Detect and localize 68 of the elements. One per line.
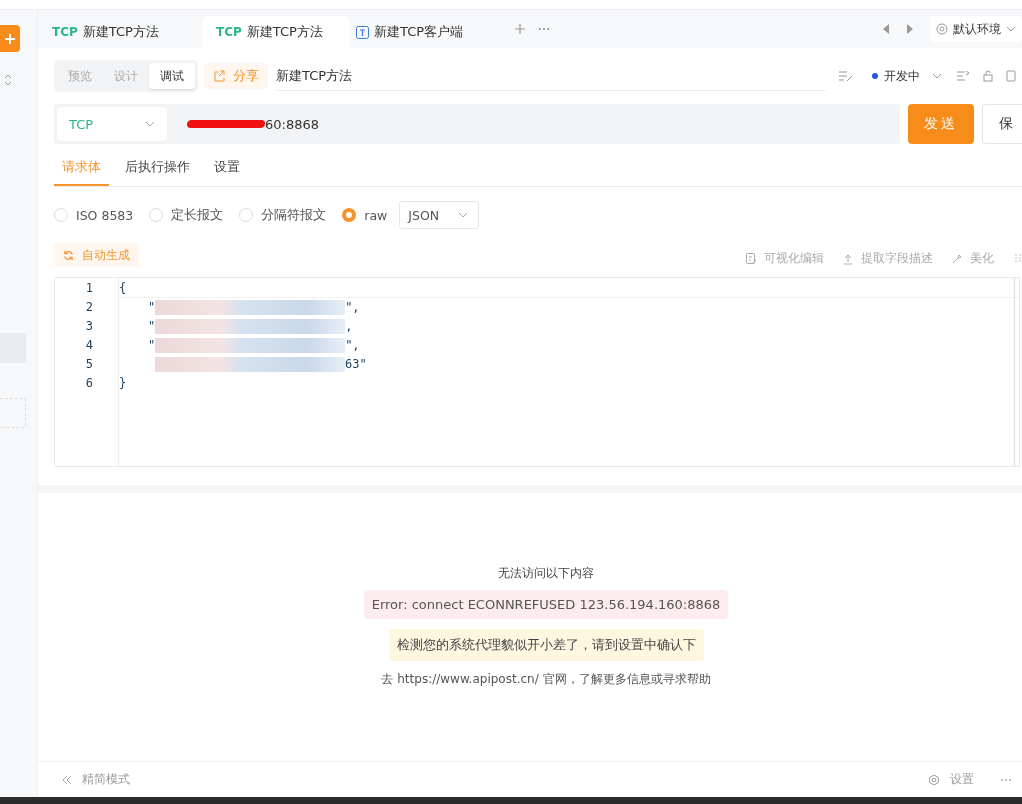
plus-icon (4, 32, 16, 45)
code-text: ", (345, 299, 360, 316)
tab-label: 新建TCP方法 (246, 23, 323, 41)
lock-icon[interactable] (982, 70, 994, 82)
left-arrow-icon[interactable] (883, 24, 889, 34)
code-text: " (146, 337, 156, 354)
sidebar-placeholder (0, 398, 26, 428)
chevron-down-icon (458, 212, 469, 218)
line-number: 6 (84, 375, 94, 392)
line-number: 5 (84, 356, 94, 373)
mode-tab[interactable]: 调试 (149, 63, 195, 89)
edit-list-icon[interactable] (838, 70, 854, 82)
target-icon (936, 23, 948, 35)
plus-icon[interactable] (514, 23, 526, 35)
radio-label[interactable]: 定长报文 (171, 206, 224, 224)
code-text: 63" (345, 356, 367, 373)
line-number: 4 (84, 337, 94, 354)
code-text: ", (345, 337, 360, 354)
error-message: Error: connect ECONNREFUSED 123.56.194.160:8868 (363, 590, 729, 619)
protocol-label: TCP (216, 25, 242, 39)
code-text: { (119, 279, 127, 297)
sort-icon[interactable] (4, 74, 12, 86)
copy-icon[interactable] (1006, 70, 1016, 82)
tab[interactable]: TCP 新建TCP方法 (50, 16, 198, 48)
code-text: " (146, 318, 156, 335)
tab[interactable]: TCP 新建TCP方法 (202, 16, 350, 48)
chevron-down-icon (932, 73, 942, 79)
list-arrow-icon[interactable] (956, 70, 970, 82)
url-field[interactable]: 60:8868 (167, 107, 897, 141)
body-tab[interactable]: 后执行操作 (117, 150, 198, 186)
text-box-icon (356, 25, 369, 39)
chevron-down-icon (1006, 26, 1016, 32)
api-name-field[interactable]: 新建TCP方法 (276, 61, 826, 91)
radio-label[interactable]: raw (364, 207, 388, 223)
save-button[interactable]: 保 (982, 104, 1022, 144)
code-text: " (146, 299, 156, 316)
share-icon (213, 70, 225, 82)
line-number: 2 (84, 299, 94, 316)
tab[interactable]: 新建TCP客户端 (354, 16, 502, 48)
protocol-label: TCP (52, 25, 78, 39)
help-text: 去 https://www.apipost.cn/ 官网，了解更多信息或寻求帮助 (381, 671, 711, 688)
tab-label: 新建TCP客户端 (374, 23, 464, 41)
double-chevron-left-icon (62, 774, 72, 785)
line-number: 3 (84, 318, 94, 335)
environment-select[interactable]: 默认环境 (930, 16, 1022, 42)
more-icon[interactable] (538, 27, 550, 31)
status-select[interactable]: 开发中 (872, 67, 944, 85)
body-tab[interactable]: 设置 (206, 150, 248, 186)
chevron-down-icon (145, 121, 155, 127)
error-heading: 无法访问以下内容 (498, 565, 594, 582)
radio-label[interactable]: ISO 8583 (76, 207, 134, 223)
add-button[interactable] (0, 25, 20, 52)
tab-label: 新建TCP方法 (82, 23, 159, 41)
more-icon[interactable] (1000, 777, 1012, 782)
line-number: 1 (84, 280, 94, 297)
warning-message: 检测您的系统代理貌似开小差了，请到设置中确认下 (388, 629, 704, 661)
environment-label: 默认环境 (953, 20, 1001, 38)
radio-label[interactable]: 分隔符报文 (261, 206, 327, 224)
code-text: , (345, 318, 353, 335)
refresh-icon (63, 249, 74, 261)
code-editor[interactable]: 1 2 3 4 5 6 { " ", " , " ", 63" } (54, 277, 1020, 467)
settings-icon (928, 773, 940, 786)
format-select[interactable]: JSON (399, 201, 480, 229)
right-arrow-icon[interactable] (907, 24, 913, 34)
radio-button[interactable] (342, 208, 357, 222)
document-edit-icon (745, 251, 757, 265)
code-text: } (119, 375, 127, 392)
grip-icon[interactable] (1014, 253, 1022, 263)
